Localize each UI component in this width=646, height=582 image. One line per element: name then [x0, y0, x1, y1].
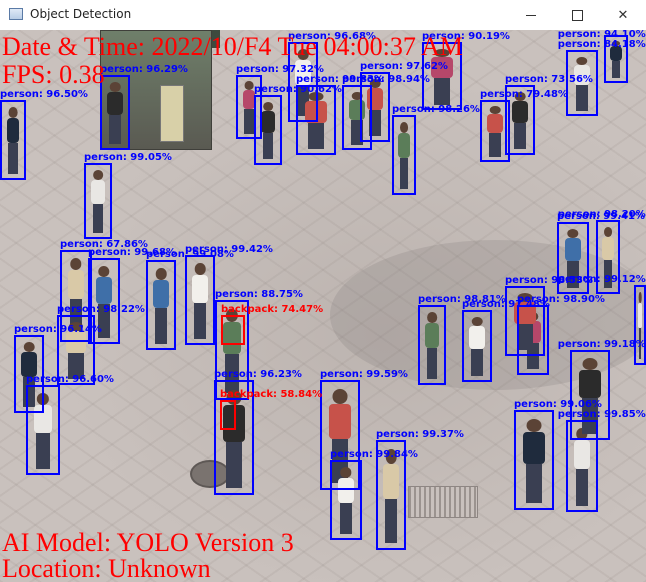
- person-bounding-box: [84, 163, 112, 239]
- person-bounding-box: [462, 310, 492, 382]
- person-detection-label: person: 97.48%: [462, 299, 550, 310]
- person-detection-label: person: 99.83%: [296, 74, 384, 85]
- person-bounding-box: [296, 85, 336, 155]
- person-bounding-box: [0, 100, 26, 180]
- person-bounding-box: [634, 285, 646, 365]
- location-overlay: Location: Unknown: [2, 554, 211, 582]
- app-window-icon: [9, 8, 23, 20]
- person-detection-label: person: 99.12%: [557, 274, 646, 285]
- person-bounding-box: [392, 115, 416, 195]
- person-bounding-box: [514, 410, 554, 510]
- window-title: Object Detection: [30, 7, 132, 21]
- backpack-bounding-box: [221, 315, 245, 345]
- person-detection-label: person: 79.48%: [480, 89, 568, 100]
- person-detection-label: person: 99.18%: [557, 339, 646, 350]
- backpack-bounding-box: [220, 400, 236, 430]
- backpack-detection-label: backpack: 58.84%: [220, 389, 323, 400]
- person-bounding-box: [505, 286, 545, 356]
- video-frame: person: 99.05% person: 96.29% person: 97.6…: [0, 30, 646, 582]
- title-bar[interactable]: Object Detection ✕: [0, 0, 646, 31]
- person-detection-label: person: 99.37%: [376, 429, 464, 440]
- model-overlay: AI Model: YOLO Version 3: [2, 528, 294, 557]
- minimize-icon: [526, 14, 536, 16]
- person-detection-label: person: 88.75%: [215, 289, 303, 300]
- close-button[interactable]: ✕: [600, 0, 646, 30]
- person-detection-label: person: 98.22%: [57, 304, 145, 315]
- person-bounding-box: [185, 255, 215, 345]
- minimize-button[interactable]: [508, 0, 554, 30]
- fps-overlay: FPS: 0.38: [2, 60, 105, 89]
- maximize-icon: [571, 9, 583, 21]
- person-bounding-box: [330, 460, 362, 540]
- person-detection-label: person: 98.26%: [392, 104, 480, 115]
- person-bounding-box: [342, 85, 372, 150]
- floor-grate: [408, 486, 478, 518]
- person-detection-label: person: 98.20%: [557, 209, 646, 220]
- datetime-overlay: Date & Time: 2022/10/F4 Tue 04:00:37 AM: [2, 32, 463, 61]
- person-bounding-box: [480, 100, 510, 162]
- person-bounding-box: [418, 305, 446, 385]
- person-detection-label: person: 99.84%: [330, 449, 418, 460]
- close-icon: ✕: [617, 7, 629, 23]
- person-detection-label: person: 96.29%: [100, 64, 188, 75]
- person-detection-label: person: 96.50%: [0, 89, 88, 100]
- person-detection-label: person: 96.23%: [214, 369, 302, 380]
- backpack-detection-label: backpack: 74.47%: [221, 304, 324, 315]
- kiosk-window: [160, 85, 184, 142]
- person-detection-label: person: 73.56%: [505, 74, 593, 85]
- person-bounding-box: [254, 95, 282, 165]
- person-bounding-box: [26, 385, 60, 475]
- person-bounding-box: [57, 315, 95, 385]
- object-detection-window: Object Detection ✕ person: 99.05% person:…: [0, 0, 646, 582]
- person-bounding-box: [146, 260, 176, 350]
- person-bounding-box: [570, 350, 610, 440]
- person-detection-label: person: 99.05%: [84, 152, 172, 163]
- person-detection-label: person: 84.18%: [557, 39, 646, 50]
- person-detection-label: person: 99.59%: [320, 369, 408, 380]
- maximize-button[interactable]: [554, 0, 600, 30]
- person-detection-label: person: 67.86%: [60, 239, 148, 250]
- person-detection-label: person: 99.08%: [146, 249, 234, 260]
